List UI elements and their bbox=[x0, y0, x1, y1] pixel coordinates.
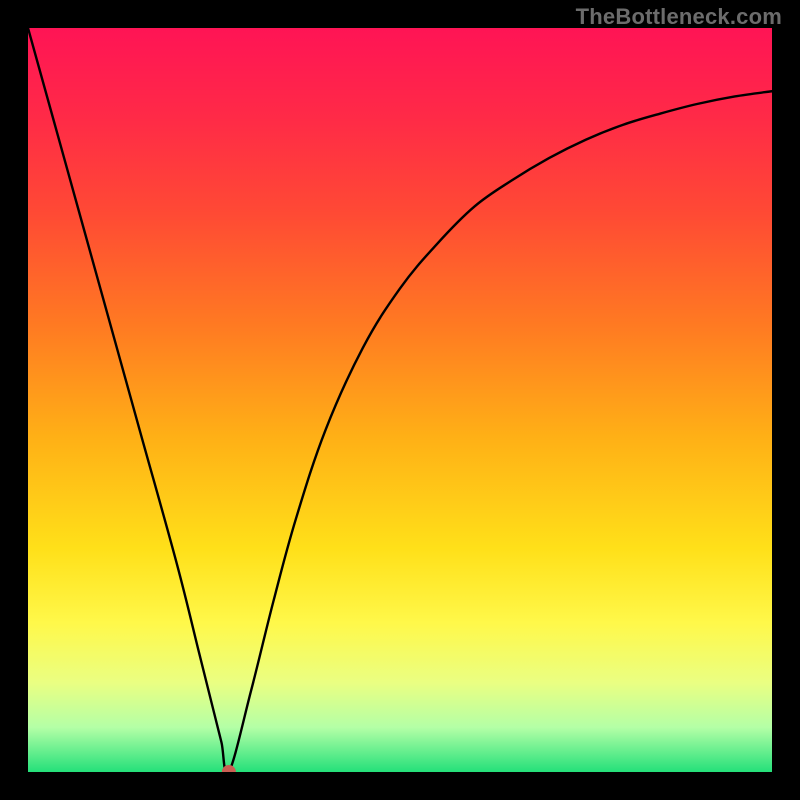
watermark-text: TheBottleneck.com bbox=[576, 4, 782, 30]
bottleneck-chart bbox=[28, 28, 772, 772]
gradient-background bbox=[28, 28, 772, 772]
chart-frame: TheBottleneck.com bbox=[0, 0, 800, 800]
